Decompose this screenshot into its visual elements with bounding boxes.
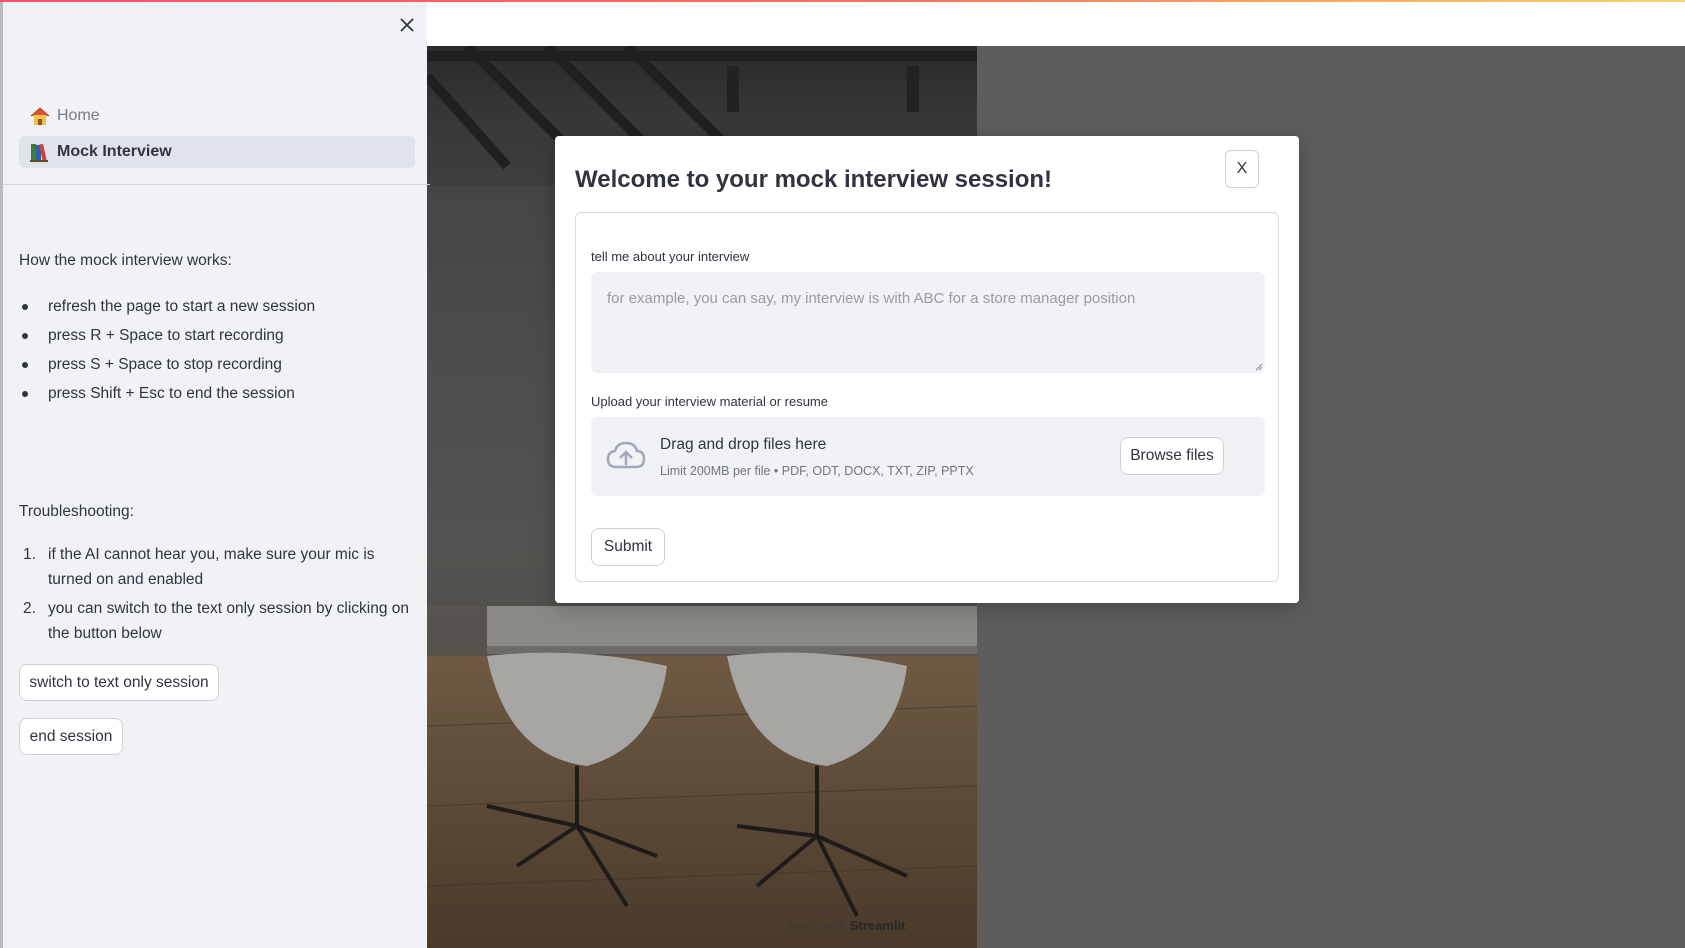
nav-item-mock-interview[interactable]: Mock Interview	[19, 136, 415, 168]
welcome-dialog: Welcome to your mock interview session! …	[555, 136, 1299, 603]
dialog-close-button[interactable]: X	[1225, 150, 1259, 188]
list-item: press R + Space to start recording	[19, 323, 419, 348]
troubleshooting-list: 1. if the AI cannot hear you, make sure …	[19, 542, 419, 650]
dialog-title: Welcome to your mock interview session!	[575, 166, 1053, 193]
nav-label-home: Home	[57, 107, 100, 124]
upload-field-label: Upload your interview material or resume	[591, 394, 828, 409]
made-with-streamlit-footer[interactable]: Made with Streamlit	[787, 918, 906, 933]
submit-button[interactable]: Submit	[591, 528, 665, 566]
sidebar-divider	[3, 184, 430, 185]
top-decoration-bar	[0, 0, 1685, 2]
close-icon	[400, 18, 414, 32]
interview-form: tell me about your interview for example…	[575, 212, 1279, 582]
end-session-button[interactable]: end session	[19, 718, 123, 755]
made-with-text: Made with	[787, 918, 847, 933]
resize-handle-icon[interactable]	[1255, 363, 1263, 371]
input-placeholder: for example, you can say, my interview i…	[607, 290, 1136, 307]
interview-field-label: tell me about your interview	[591, 249, 750, 264]
books-icon	[29, 141, 51, 163]
how-it-works-heading: How the mock interview works:	[19, 252, 232, 269]
list-item: press S + Space to stop recording	[19, 352, 419, 377]
house-icon	[29, 105, 51, 127]
file-limit-text: Limit 200MB per file • PDF, ODT, DOCX, T…	[660, 464, 974, 478]
sidebar: Home Mock Interview How the mock intervi…	[0, 0, 430, 948]
app-header	[427, 0, 1685, 46]
browse-files-button[interactable]: Browse files	[1120, 437, 1224, 475]
dropzone-instructions: Drag and drop files here	[660, 436, 827, 453]
nav-label-mock-interview: Mock Interview	[57, 143, 172, 160]
page-nav: Home Mock Interview	[19, 100, 415, 172]
sidebar-close-button[interactable]	[396, 14, 418, 36]
file-dropzone[interactable]: Drag and drop files here Limit 200MB per…	[591, 417, 1265, 496]
list-item: refresh the page to start a new session	[19, 294, 419, 319]
troubleshooting-heading: Troubleshooting:	[19, 503, 134, 520]
streamlit-brand: Streamlit	[849, 918, 906, 933]
list-number: 2.	[23, 600, 36, 617]
switch-to-text-session-button[interactable]: switch to text only session	[19, 664, 219, 701]
how-it-works-list: refresh the page to start a new session …	[19, 294, 419, 410]
list-item: 1. if the AI cannot hear you, make sure …	[19, 542, 419, 592]
list-number: 1.	[23, 546, 36, 563]
list-item: press Shift + Esc to end the session	[19, 381, 419, 406]
nav-item-home[interactable]: Home	[19, 100, 415, 132]
interview-description-input[interactable]: for example, you can say, my interview i…	[591, 272, 1265, 373]
list-item: 2. you can switch to the text only sessi…	[19, 596, 419, 646]
cloud-upload-icon	[606, 441, 646, 469]
